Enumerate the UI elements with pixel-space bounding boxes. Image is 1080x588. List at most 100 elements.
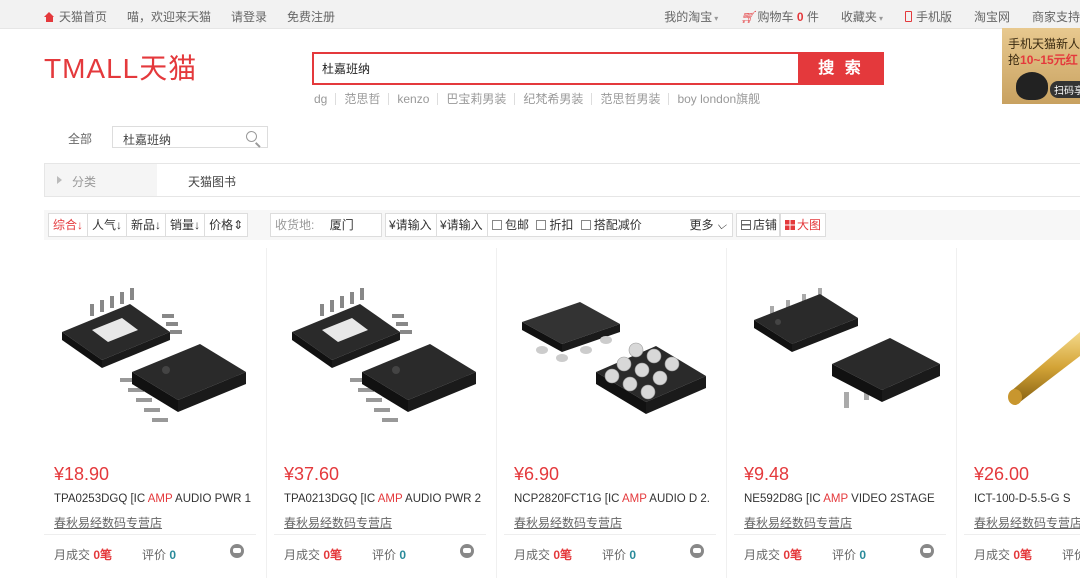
product-card[interactable]: ¥37.60 TPA0213DGQ [IC AMP AUDIO PWR 2 春秋…: [274, 248, 486, 588]
card-divider: [266, 248, 267, 578]
product-title[interactable]: TPA0253DGQ [IC AMP AUDIO PWR 1: [54, 493, 256, 505]
category-label[interactable]: 分类: [45, 164, 157, 196]
sort-price[interactable]: 价格⇕: [205, 214, 247, 236]
product-price: ¥6.90: [514, 464, 560, 484]
product-image[interactable]: [280, 252, 484, 448]
chevron-down-icon: ▾: [878, 14, 883, 23]
review-count[interactable]: 评价 0: [832, 546, 866, 563]
product-price: ¥18.90: [54, 464, 110, 484]
site-nav-bar: 天猫首页 喵，欢迎来天猫 请登录 免费注册 我的淘宝 ▾ 🛒︎ 购物车 0 件 收藏…: [0, 0, 1080, 29]
hotword-link[interactable]: 范思哲: [335, 93, 388, 105]
sort-group: 综合↓ 人气↓ 新品↓ 销量↓ 价格⇕: [48, 213, 249, 237]
customer-service-icon[interactable]: [920, 544, 934, 558]
mobile-link[interactable]: 手机版: [904, 8, 952, 25]
sort-new[interactable]: 新品↓: [127, 214, 167, 236]
monthly-sales: 月成交 0笔: [744, 548, 803, 562]
product-image[interactable]: [510, 252, 714, 448]
arrow-down-icon: ↓: [155, 218, 162, 232]
login-link[interactable]: 请登录: [231, 8, 267, 25]
discount-check[interactable]: 折扣: [536, 218, 573, 232]
my-taobao-menu[interactable]: 我的淘宝 ▾: [664, 8, 718, 25]
review-count[interactable]: 评价 0: [372, 546, 406, 563]
shop-link[interactable]: 春秋易经数码专营店: [744, 514, 852, 531]
favorites-menu[interactable]: 收藏夹 ▾: [841, 8, 883, 25]
product-stats: 月成交 0笔 评价 0: [274, 534, 486, 564]
search-box: [312, 52, 800, 85]
customer-service-icon[interactable]: [460, 544, 474, 558]
cart-link[interactable]: 🛒︎ 购物车 0 件: [740, 8, 819, 25]
monthly-sales: 月成交 0笔: [54, 548, 113, 562]
monthly-sales: 月成交 0笔: [974, 548, 1033, 562]
bundle-discount-check[interactable]: 搭配减价: [580, 218, 642, 232]
chevron-down-icon: ▾: [714, 14, 719, 23]
hotword-link[interactable]: 巴宝莉男装: [437, 93, 514, 105]
ship-location-select[interactable]: 收货地: 厦门: [270, 213, 382, 237]
chip-left: [62, 288, 182, 368]
breadcrumb-query[interactable]: 杜嘉班纳: [112, 126, 268, 148]
review-count[interactable]: 评价 0: [602, 546, 636, 563]
review-count[interactable]: 评价 0: [1062, 546, 1080, 563]
breadcrumb-all[interactable]: 全部: [68, 130, 92, 147]
customer-service-icon[interactable]: [690, 544, 704, 558]
chip-left: [292, 288, 412, 368]
promo-banner[interactable]: 手机天猫新人 抢10~15元红 扫码享: [1002, 28, 1080, 104]
phone-icon: [904, 11, 912, 22]
product-title[interactable]: TPA0213DGQ [IC AMP AUDIO PWR 2: [284, 493, 486, 505]
product-stats: 月成交 0笔 评价 0: [734, 534, 946, 564]
product-card[interactable]: ¥9.48 NE592D8G [IC AMP VIDEO 2STAGE 春秋易经…: [734, 248, 946, 588]
sort-popularity[interactable]: 人气↓: [88, 214, 128, 236]
search-icon[interactable]: [246, 131, 257, 142]
customer-service-icon[interactable]: [230, 544, 244, 558]
product-title[interactable]: NE592D8G [IC AMP VIDEO 2STAGE: [744, 493, 946, 505]
taobao-link[interactable]: 淘宝网: [974, 8, 1010, 25]
hotword-link[interactable]: boy london旗舰: [668, 93, 768, 105]
price-max-input[interactable]: ¥请输入: [437, 213, 489, 237]
product-price: ¥37.60: [284, 464, 340, 484]
monthly-sales: 月成交 0笔: [514, 548, 573, 562]
register-link[interactable]: 免费注册: [287, 8, 335, 25]
arrow-down-icon: ↓: [77, 218, 84, 232]
shop-link[interactable]: 春秋易经数码专营店: [54, 514, 162, 531]
category-item[interactable]: 天猫图书: [188, 173, 236, 190]
merchant-support-link[interactable]: 商家支持: [1032, 8, 1080, 25]
home-link[interactable]: 天猫首页: [44, 8, 107, 25]
shop-link[interactable]: 春秋易经数码专营店: [284, 514, 392, 531]
shop-link[interactable]: 春秋易经数码专营店: [514, 514, 622, 531]
promo-line: 抢10~15元红: [1008, 53, 1078, 67]
product-image[interactable]: [740, 252, 944, 448]
chip-right: [832, 338, 940, 408]
arrow-down-icon: ↓: [116, 218, 123, 232]
hotword-link[interactable]: kenzo: [388, 93, 437, 105]
filter-checks: 包邮 折扣 搭配减价 更多 ⌵: [487, 213, 733, 237]
grid-icon: [785, 220, 795, 230]
review-count[interactable]: 评价 0: [142, 546, 176, 563]
sort-default[interactable]: 综合↓: [49, 214, 89, 236]
hotword-link[interactable]: dg: [312, 93, 335, 105]
search-button[interactable]: 搜 索: [798, 52, 884, 85]
promo-button[interactable]: 扫码享: [1050, 81, 1080, 98]
chip-left: [754, 288, 858, 352]
product-image[interactable]: [50, 252, 254, 448]
card-divider: [956, 248, 957, 578]
product-title[interactable]: ICT-100-D-5.5-G S: [974, 493, 1078, 505]
product-card[interactable]: ¥6.90 NCP2820FCT1G [IC AMP AUDIO D 2. 春秋…: [504, 248, 716, 588]
product-price: ¥9.48: [744, 464, 790, 484]
product-card[interactable]: ¥18.90 TPA0253DGQ [IC AMP AUDIO PWR 1 春秋…: [44, 248, 256, 588]
hotword-link[interactable]: 范思哲男装: [591, 93, 668, 105]
shop-view-button[interactable]: 店铺: [736, 213, 780, 237]
price-min-input[interactable]: ¥请输入: [385, 213, 437, 237]
free-shipping-check[interactable]: 包邮: [492, 218, 529, 232]
hotword-link[interactable]: 纪梵希男装: [514, 93, 591, 105]
checkbox-icon: [580, 220, 591, 230]
shop-link[interactable]: 春秋易经数码专营店: [974, 514, 1080, 531]
more-filters-button[interactable]: 更多 ⌵: [690, 214, 726, 236]
product-title[interactable]: NCP2820FCT1G [IC AMP AUDIO D 2.: [514, 493, 716, 505]
big-view-button[interactable]: 大图: [780, 213, 826, 237]
chip-left: [522, 302, 620, 362]
sort-sales[interactable]: 销量↓: [166, 214, 206, 236]
search-input[interactable]: [314, 54, 798, 83]
product-price: ¥26.00: [974, 464, 1030, 484]
tmall-logo[interactable]: TMALL天猫: [44, 50, 220, 86]
product-card[interactable]: ¥26.00 ICT-100-D-5.5-G S 春秋易经数码专营店 月成交 0…: [964, 248, 1080, 588]
product-image[interactable]: [970, 252, 1080, 448]
